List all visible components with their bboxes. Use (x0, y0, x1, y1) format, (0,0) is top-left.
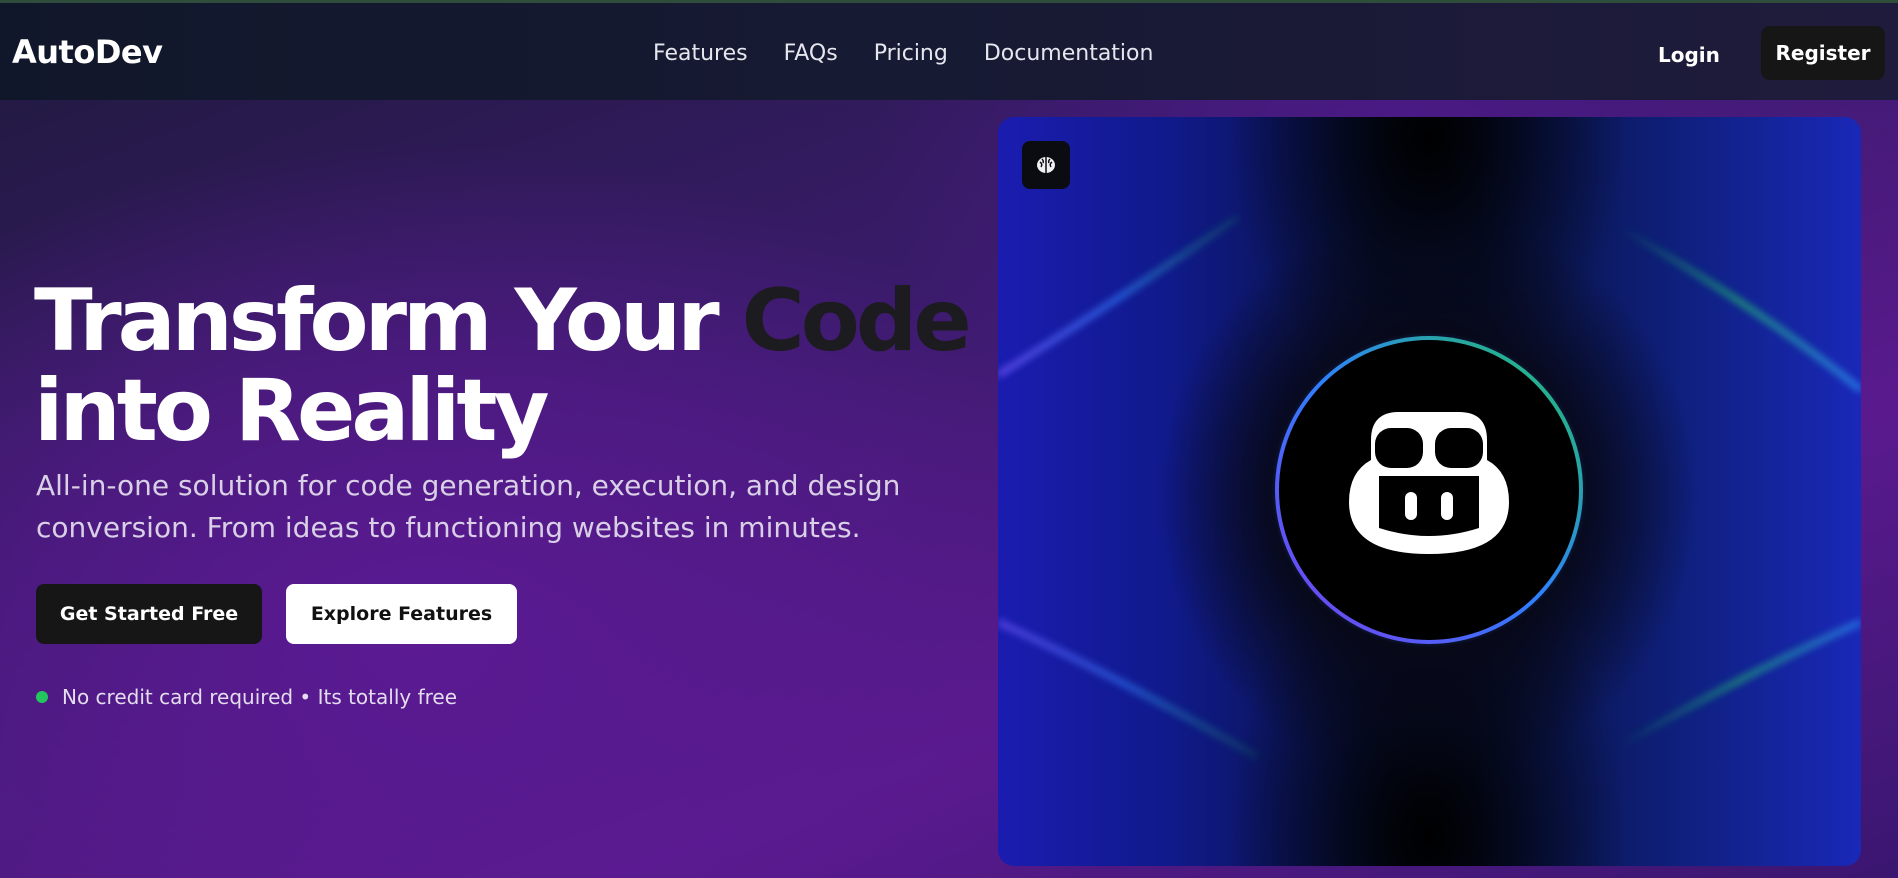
brain-icon (1037, 157, 1055, 173)
hero-note: No credit card required • Its totally fr… (36, 685, 457, 709)
hero-image-card (998, 117, 1861, 866)
login-link[interactable]: Login (1658, 43, 1720, 67)
hero-title-part1: Transform Your (34, 271, 742, 371)
nav-link-faqs[interactable]: FAQs (784, 41, 838, 66)
brain-badge (1022, 141, 1070, 189)
hero-title-part2: into Reality (34, 361, 550, 461)
register-button[interactable]: Register (1761, 26, 1885, 80)
robot-face-icon (1349, 412, 1509, 554)
hero-title-accent: Code (741, 271, 972, 371)
nav-link-documentation[interactable]: Documentation (984, 41, 1154, 66)
main-nav: Features FAQs Pricing Documentation (653, 41, 1153, 66)
hero-subtitle: All-in-one solution for code generation,… (36, 469, 901, 544)
navbar: AutoDev Features FAQs Pricing Documentat… (0, 3, 1898, 100)
hero-title: Transform Your Code into Reality (34, 276, 972, 456)
brand-logo[interactable]: AutoDev (12, 33, 163, 71)
get-started-button[interactable]: Get Started Free (36, 584, 262, 644)
explore-features-button[interactable]: Explore Features (286, 584, 517, 644)
robot-logo-circle (1271, 332, 1587, 648)
nav-link-features[interactable]: Features (653, 41, 748, 66)
status-dot-icon (36, 691, 48, 703)
nav-link-pricing[interactable]: Pricing (874, 41, 948, 66)
hero-note-text: No credit card required • Its totally fr… (62, 685, 458, 709)
